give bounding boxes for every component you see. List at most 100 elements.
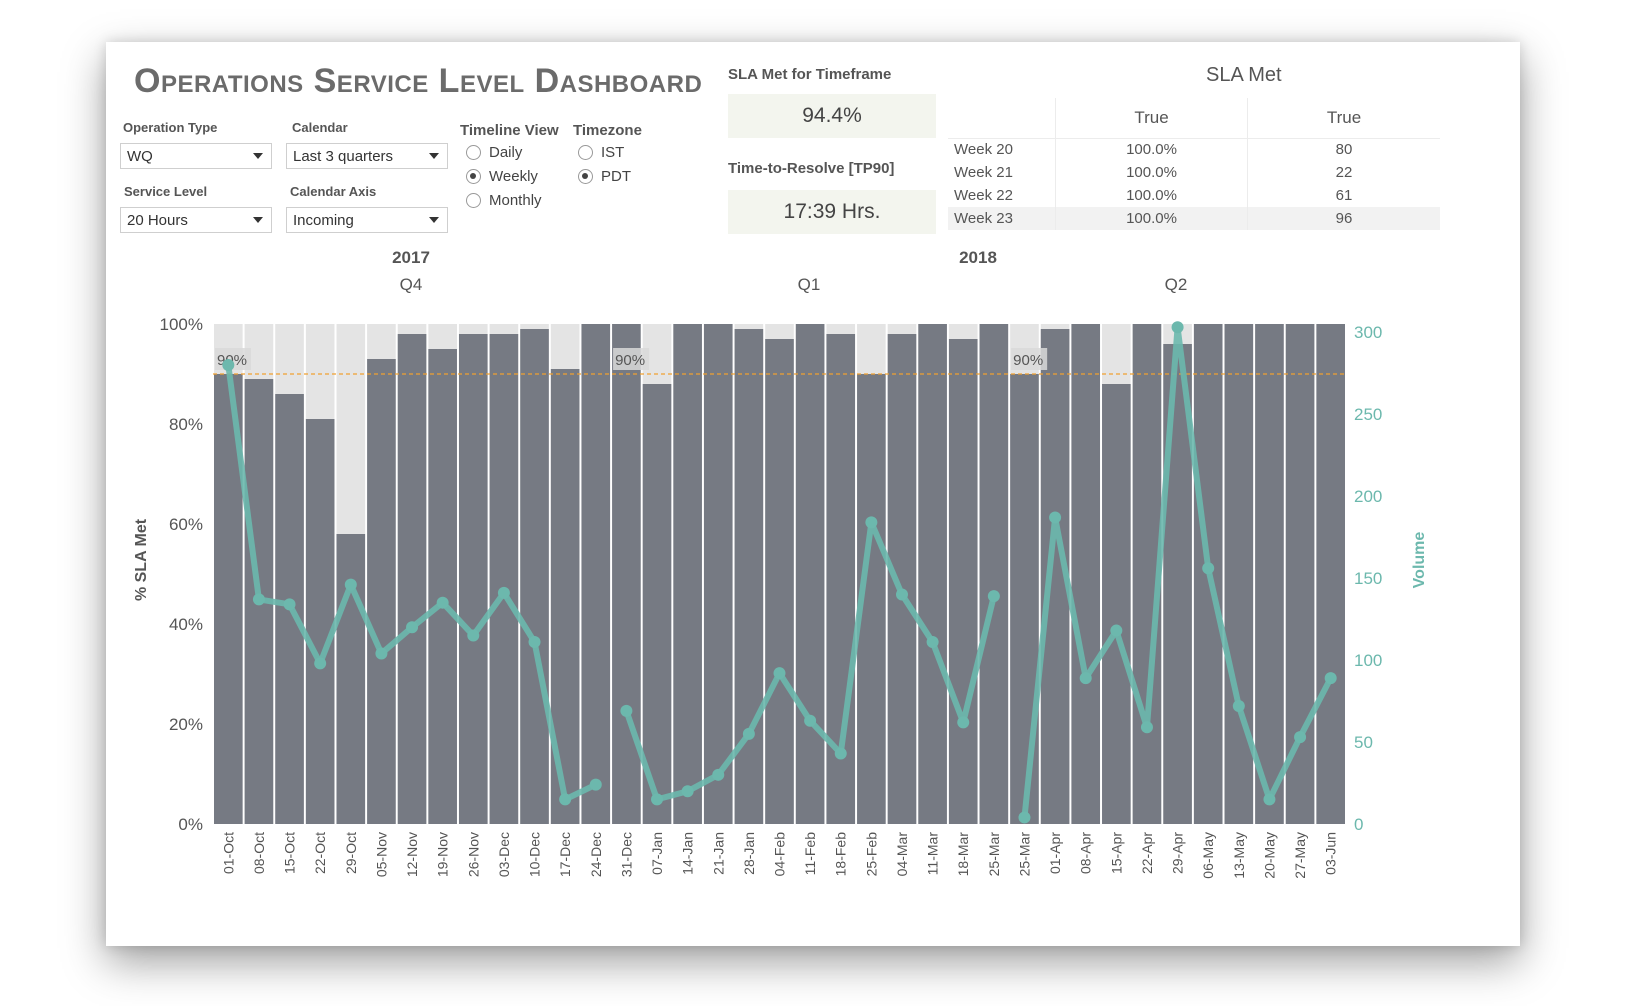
volume-point: [1018, 811, 1031, 824]
sla-bar: [489, 334, 519, 824]
x-tick-label: 08-Oct: [251, 832, 267, 874]
year-label: 2017: [392, 248, 430, 267]
volume-point: [1171, 321, 1184, 334]
volume-point: [834, 747, 847, 760]
x-tick-label: 26-Nov: [465, 832, 481, 877]
left-tick-label: 20%: [169, 715, 203, 734]
volume-point: [681, 785, 694, 798]
x-tick-label: 19-Nov: [435, 832, 451, 877]
volume-point: [957, 716, 970, 729]
right-tick-label: 300: [1354, 323, 1382, 342]
x-tick-label: 03-Jun: [1323, 832, 1339, 875]
x-tick-label: 31-Dec: [618, 832, 634, 877]
x-tick-label: 15-Oct: [282, 832, 298, 874]
volume-point: [712, 768, 725, 781]
x-tick-label: 01-Oct: [220, 832, 236, 874]
volume-point: [283, 598, 296, 611]
sla-bar: [765, 339, 794, 824]
sla-bar: [642, 384, 672, 824]
x-tick-label: 20-May: [1261, 832, 1277, 879]
x-tick-label: 17-Dec: [557, 832, 573, 877]
volume-point: [1079, 672, 1092, 685]
x-tick-label: 13-May: [1231, 832, 1247, 879]
sla-bar: [887, 334, 917, 824]
volume-point: [1324, 672, 1337, 685]
volume-point: [1294, 731, 1307, 744]
sla-bar: [581, 324, 611, 824]
volume-point: [222, 358, 235, 371]
volume-point: [375, 647, 388, 660]
x-tick-label: 27-May: [1292, 832, 1308, 879]
x-tick-label: 14-Jan: [680, 832, 696, 875]
volume-point: [559, 793, 572, 806]
sla-bar: [1285, 324, 1315, 824]
volume-point: [926, 636, 939, 649]
sla-bar: [673, 324, 702, 824]
sla-bar: [795, 324, 825, 824]
sla-bar: [1071, 324, 1101, 824]
volume-point: [1232, 699, 1245, 712]
x-tick-label: 11-Feb: [802, 832, 818, 876]
x-tick-label: 07-Jan: [649, 832, 665, 875]
x-tick-label: 06-May: [1200, 832, 1216, 879]
sla-bar: [703, 324, 733, 824]
sla-bar: [305, 419, 335, 824]
x-tick-label: 10-Dec: [527, 832, 543, 877]
x-tick-label: 18-Feb: [833, 832, 849, 877]
volume-point: [651, 793, 664, 806]
x-tick-label: 24-Dec: [588, 832, 604, 877]
volume-point: [895, 588, 908, 601]
right-tick-label: 200: [1354, 487, 1382, 506]
sla-bar: [367, 359, 396, 824]
volume-point: [1110, 624, 1123, 637]
sla-bar: [1224, 324, 1254, 824]
x-tick-label: 05-Nov: [373, 832, 389, 877]
x-tick-label: 11-Mar: [925, 832, 941, 876]
x-tick-label: 29-Oct: [343, 832, 359, 874]
right-tick-label: 250: [1354, 405, 1382, 424]
quarter-label: Q4: [400, 275, 423, 294]
x-tick-label: 22-Oct: [312, 832, 328, 874]
volume-point: [528, 636, 541, 649]
right-axis-title: Volume: [1411, 532, 1428, 589]
left-tick-label: 0%: [178, 815, 203, 834]
x-tick-label: 01-Apr: [1047, 832, 1063, 874]
right-tick-label: 150: [1354, 569, 1382, 588]
right-tick-label: 0: [1354, 815, 1363, 834]
sla-bar: [520, 329, 549, 824]
sla-bar: [336, 534, 366, 824]
target-label: 90%: [1013, 352, 1043, 369]
x-tick-label: 04-Mar: [894, 832, 910, 877]
x-tick-label: 29-Apr: [1170, 832, 1186, 874]
x-tick-label: 12-Nov: [404, 832, 420, 877]
volume-point: [742, 727, 755, 740]
volume-point: [804, 714, 817, 727]
volume-point: [1202, 562, 1215, 575]
sla-bar: [979, 324, 1009, 824]
left-tick-label: 80%: [169, 415, 203, 434]
right-tick-label: 100: [1354, 651, 1382, 670]
target-label: 90%: [615, 352, 645, 369]
x-tick-label: 15-Apr: [1108, 832, 1124, 874]
volume-point: [344, 578, 357, 591]
sla-bar: [1010, 374, 1039, 824]
sla-volume-chart: 01-Oct 08-Oct 15-Oct 22-Oct 29-Oct 05-Nov 12-N…: [133, 248, 1428, 879]
volume-point: [1140, 721, 1153, 734]
x-tick-label: 21-Jan: [710, 832, 726, 875]
volume-point: [497, 586, 510, 599]
quarter-label: Q2: [1165, 275, 1188, 294]
left-tick-label: 60%: [169, 515, 203, 534]
x-tick-label: 18-Mar: [955, 832, 971, 877]
x-tick-label: 25-Mar: [1016, 832, 1032, 877]
sla-bar: [1316, 324, 1345, 824]
x-tick-label: 28-Jan: [741, 832, 757, 875]
volume-point: [1049, 511, 1062, 524]
dashboard-card: Operations Service Level Dashboard Opera…: [106, 42, 1520, 946]
left-tick-label: 40%: [169, 615, 203, 634]
x-tick-label: 03-Dec: [496, 832, 512, 877]
x-tick-label: 08-Apr: [1078, 832, 1094, 874]
volume-point: [436, 596, 449, 609]
left-axis-title: % SLA Met: [133, 518, 150, 601]
sla-bar: [428, 349, 457, 824]
sla-bar: [1255, 324, 1284, 824]
